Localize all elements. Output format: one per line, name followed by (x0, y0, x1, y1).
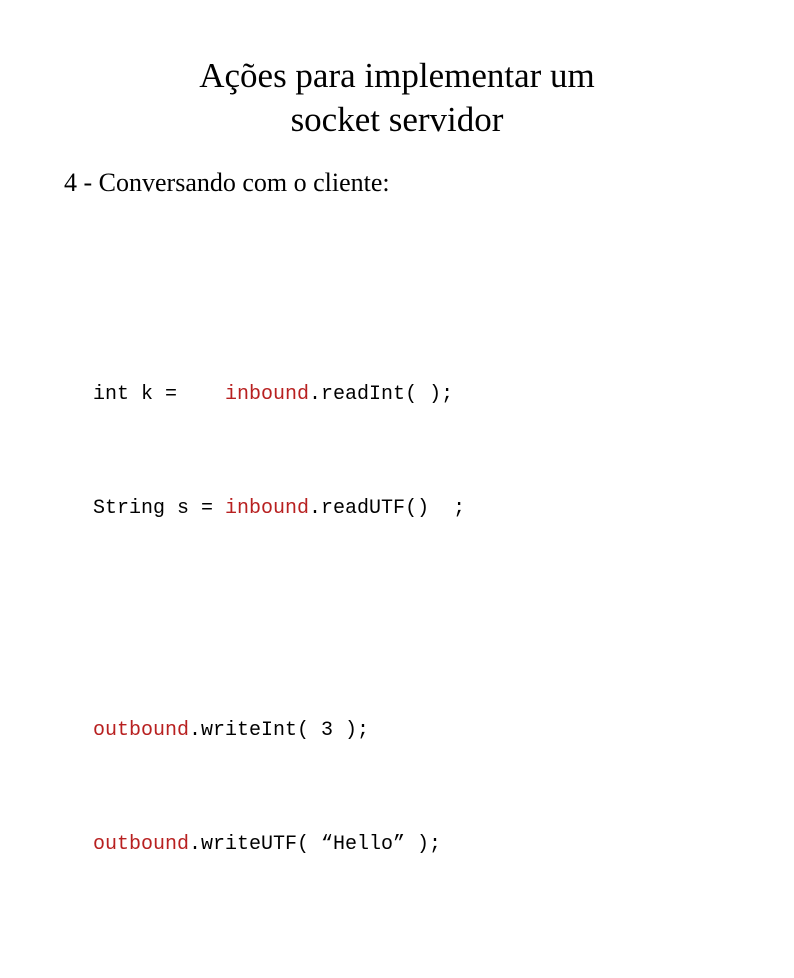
code-token: inbound (225, 497, 310, 520)
code-token: int k = (93, 383, 226, 406)
code-token: outbound (93, 719, 190, 742)
code-token: .writeInt( 3 ); (189, 719, 370, 742)
code-token: .readInt( ); (309, 383, 454, 406)
code-line-write-int: outbound.writeInt( 3 ); (93, 712, 465, 750)
slide-title-line-2: socket servidor (290, 100, 504, 139)
code-token: .readUTF() ; (309, 497, 466, 520)
slide-title-line-1: Ações para implementar um (199, 56, 595, 95)
code-token: String s = (93, 497, 226, 520)
slide-canvas: Ações para implementar um socket servido… (0, 0, 794, 856)
code-token: .writeUTF( “Hello” ); (189, 833, 442, 856)
code-token: inbound (225, 383, 310, 406)
code-block: int k = inbound.readInt( ); String s = i… (93, 262, 465, 978)
slide-subtitle: 4 - Conversando com o cliente: (64, 168, 390, 197)
code-line-write-utf: outbound.writeUTF( “Hello” ); (93, 826, 465, 864)
code-token: outbound (93, 833, 190, 856)
code-line-read-utf: String s = inbound.readUTF() ; (93, 490, 465, 528)
code-line-read-int: int k = inbound.readInt( ); (93, 376, 465, 414)
slide-title: Ações para implementar um socket servido… (0, 54, 794, 142)
